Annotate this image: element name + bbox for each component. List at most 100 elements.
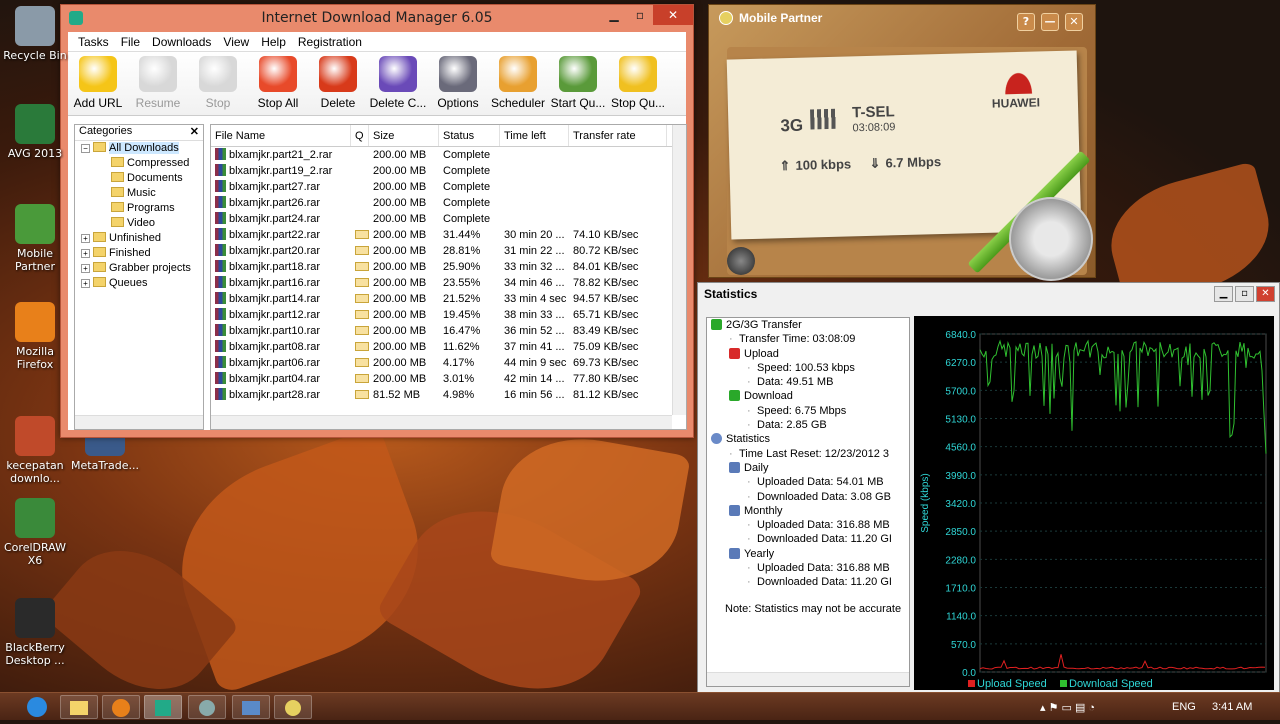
expand-icon[interactable]: +	[81, 249, 90, 258]
stat-tree-item[interactable]: · Downloaded Data: 11.20 GI	[707, 532, 909, 546]
table-row[interactable]: blxamjkr.part28.rar 81.52 MB 4.98% 16 min 5…	[211, 387, 686, 403]
stat-tree-item[interactable]: · Uploaded Data: 54.01 MB	[707, 475, 909, 489]
menu-item[interactable]: Help	[255, 32, 292, 51]
maximize-button[interactable]: ▫	[627, 5, 653, 25]
connect-button[interactable]	[1009, 197, 1093, 281]
taskbar-app[interactable]	[188, 695, 226, 719]
statistics-hscroll[interactable]	[707, 671, 909, 686]
column-header[interactable]: File Name	[211, 125, 351, 146]
table-row[interactable]: blxamjkr.part06.rar 200.00 MB 4.17% 44 min …	[211, 355, 686, 371]
stat-tree-item[interactable]: 2G/3G Transfer	[707, 318, 909, 332]
download-list-vscroll[interactable]	[672, 125, 686, 415]
desktop-icon[interactable]: AVG 2013	[2, 104, 68, 160]
idm-titlebar[interactable]: Internet Download Manager 6.05 ▁ ▫ ✕	[61, 5, 693, 31]
menu-item[interactable]: Registration	[292, 32, 368, 51]
table-row[interactable]: blxamjkr.part18.rar 200.00 MB 25.90% 33 min…	[211, 259, 686, 275]
toolbar-button[interactable]: Delete C...	[368, 52, 428, 115]
clock[interactable]: 3:41 AM	[1212, 701, 1252, 713]
column-header[interactable]: Time left	[500, 125, 569, 146]
table-row[interactable]: blxamjkr.part24.rar 200.00 MB Complete	[211, 211, 686, 227]
table-row[interactable]: blxamjkr.part10.rar 200.00 MB 16.47% 36 min…	[211, 323, 686, 339]
stat-tree-item[interactable]: Yearly	[707, 547, 909, 561]
table-row[interactable]: blxamjkr.part14.rar 200.00 MB 21.52% 33 min…	[211, 291, 686, 307]
menu-item[interactable]: Downloads	[146, 32, 217, 51]
taskbar-mobile-partner[interactable]	[274, 695, 312, 719]
stat-tree-item[interactable]: Statistics	[707, 432, 909, 446]
maximize-button[interactable]: ▫	[1235, 286, 1254, 302]
column-header[interactable]: Size	[369, 125, 439, 146]
toolbar-button[interactable]: Scheduler	[488, 52, 548, 115]
toolbar-button[interactable]: Delete	[308, 52, 368, 115]
table-row[interactable]: blxamjkr.part26.rar 200.00 MB Complete	[211, 195, 686, 211]
language-indicator[interactable]: ENG	[1172, 701, 1196, 713]
stat-tree-item[interactable]: · Transfer Time: 03:08:09	[707, 332, 909, 346]
stat-tree-item[interactable]: · Speed: 100.53 kbps	[707, 361, 909, 375]
stat-tree-item[interactable]: Download	[707, 389, 909, 403]
menu-item[interactable]: File	[115, 32, 146, 51]
stat-tree-item[interactable]: · Data: 49.51 MB	[707, 375, 909, 389]
minimize-button[interactable]: ▁	[1214, 286, 1233, 302]
table-row[interactable]: blxamjkr.part04.rar 200.00 MB 3.01% 42 min …	[211, 371, 686, 387]
category-item[interactable]: + Queues	[75, 276, 203, 291]
toolbar-button[interactable]: Start Qu...	[548, 52, 608, 115]
close-button[interactable]: ✕	[1256, 286, 1275, 302]
statistics-title[interactable]: Statistics	[698, 283, 1279, 305]
stat-tree-item[interactable]: · Uploaded Data: 316.88 MB	[707, 518, 909, 532]
close-button[interactable]: ✕	[653, 5, 693, 25]
help-button[interactable]: ?	[1017, 13, 1035, 31]
desktop-icon[interactable]: kecepatan downlo...	[2, 416, 68, 485]
toolbar-button[interactable]: Add URL	[68, 52, 128, 115]
category-item[interactable]: Programs	[75, 201, 203, 216]
category-item[interactable]: Video	[75, 216, 203, 231]
toolbar-button[interactable]: Stop Qu...	[608, 52, 668, 115]
menu-item[interactable]: View	[217, 32, 255, 51]
table-row[interactable]: blxamjkr.part27.rar 200.00 MB Complete	[211, 179, 686, 195]
desktop-icon[interactable]: Mozilla Firefox	[2, 302, 68, 371]
stat-tree-item[interactable]: · Speed: 6.75 Mbps	[707, 404, 909, 418]
tray-icons[interactable]: ▴ ⚑ ▭ ▤ ◔	[1040, 701, 1095, 714]
table-row[interactable]: blxamjkr.part21_2.rar 200.00 MB Complete	[211, 147, 686, 163]
stat-tree-item[interactable]: · Time Last Reset: 12/23/2012 3	[707, 447, 909, 461]
toolbar-button[interactable]: Stop All	[248, 52, 308, 115]
table-row[interactable]: blxamjkr.part12.rar 200.00 MB 19.45% 38 min…	[211, 307, 686, 323]
minimize-button[interactable]: —	[1041, 13, 1059, 31]
desktop-icon[interactable]: Recycle Bin	[2, 6, 68, 62]
category-item[interactable]: + Unfinished	[75, 231, 203, 246]
stat-tree-item[interactable]: Monthly	[707, 504, 909, 518]
start-button[interactable]	[18, 695, 56, 719]
toolbar-button[interactable]: Resume	[128, 52, 188, 115]
minimize-button[interactable]: ▁	[601, 5, 627, 25]
menu-item[interactable]: Tasks	[72, 32, 115, 51]
taskbar-firefox[interactable]	[102, 695, 140, 719]
desktop-icon[interactable]: Mobile Partner	[2, 204, 68, 273]
desktop-icon[interactable]: CorelDRAW X6	[2, 498, 68, 567]
category-item[interactable]: + Finished	[75, 246, 203, 261]
categories-hscroll[interactable]	[75, 415, 203, 429]
close-panel-icon[interactable]: ✕	[190, 125, 199, 138]
expand-icon[interactable]: +	[81, 264, 90, 273]
table-row[interactable]: blxamjkr.part22.rar 200.00 MB 31.44% 30 min…	[211, 227, 686, 243]
column-header[interactable]: Q	[351, 125, 369, 146]
toolbar-button[interactable]: Options	[428, 52, 488, 115]
category-item[interactable]: − All Downloads	[75, 141, 203, 156]
stat-tree-item[interactable]: · Data: 2.85 GB	[707, 418, 909, 432]
expand-icon[interactable]: +	[81, 234, 90, 243]
category-item[interactable]: Compressed	[75, 156, 203, 171]
stat-tree-item[interactable]: Daily	[707, 461, 909, 475]
desktop-icon[interactable]: BlackBerry Desktop ...	[2, 598, 68, 667]
category-item[interactable]: Documents	[75, 171, 203, 186]
expand-icon[interactable]: −	[81, 144, 90, 153]
stat-tree-item[interactable]: · Downloaded Data: 3.08 GB	[707, 490, 909, 504]
taskbar-explorer[interactable]	[60, 695, 98, 719]
toolbar-button[interactable]: Stop	[188, 52, 248, 115]
close-button[interactable]: ✕	[1065, 13, 1083, 31]
stat-tree-item[interactable]: · Downloaded Data: 11.20 GI	[707, 575, 909, 589]
table-row[interactable]: blxamjkr.part19_2.rar 200.00 MB Complete	[211, 163, 686, 179]
download-list-hscroll[interactable]	[211, 415, 672, 429]
column-header[interactable]: Status	[439, 125, 500, 146]
stat-tree-item[interactable]: · Uploaded Data: 316.88 MB	[707, 561, 909, 575]
table-row[interactable]: blxamjkr.part16.rar 200.00 MB 23.55% 34 min…	[211, 275, 686, 291]
table-row[interactable]: blxamjkr.part08.rar 200.00 MB 11.62% 37 min…	[211, 339, 686, 355]
category-item[interactable]: Music	[75, 186, 203, 201]
stat-tree-item[interactable]: Upload	[707, 347, 909, 361]
